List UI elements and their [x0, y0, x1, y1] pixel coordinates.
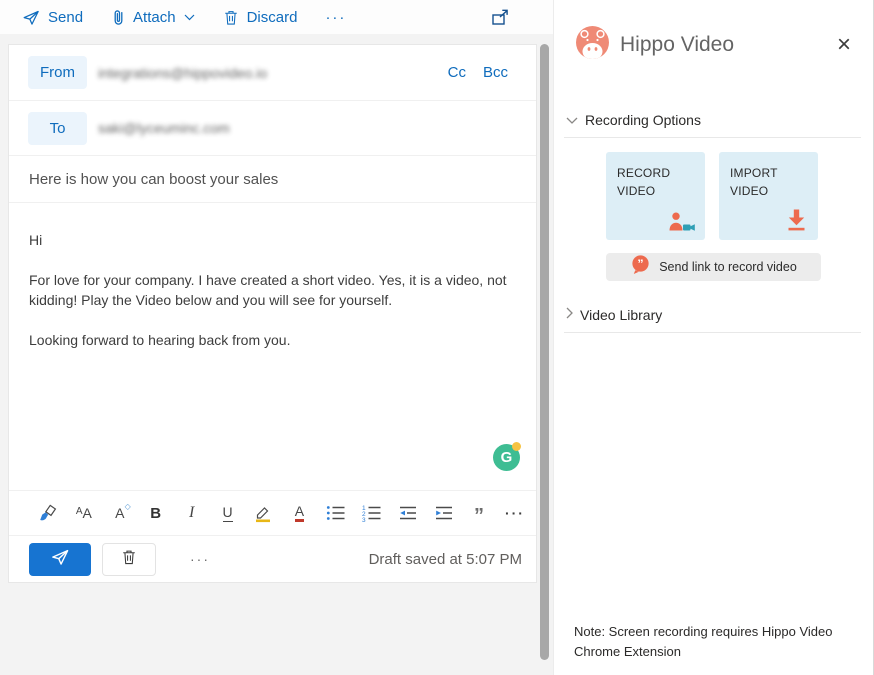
bullet-list-button[interactable] [322, 500, 348, 527]
format-more-button[interactable]: ··· [502, 500, 528, 527]
recording-options-header[interactable]: Recording Options [554, 111, 873, 129]
to-address: saki@lyceuminc.com [98, 120, 230, 136]
body-paragraph: Looking forward to hearing back from you… [29, 331, 520, 351]
chevron-down-icon [566, 111, 578, 129]
draft-status: Draft saved at 5:07 PM [369, 551, 522, 568]
import-video-card[interactable]: IMPORT VIDEO [719, 152, 818, 240]
vertical-scrollbar[interactable] [540, 44, 549, 660]
record-video-card[interactable]: RECORD VIDEO [606, 152, 705, 240]
highlight-button[interactable] [251, 500, 277, 527]
underline-button[interactable]: U [215, 500, 241, 527]
send-bar: ··· Draft saved at 5:07 PM [9, 535, 536, 582]
format-painter-button[interactable] [35, 500, 61, 527]
grammarly-status-dot [512, 442, 521, 451]
bcc-link[interactable]: Bcc [483, 64, 508, 81]
toolbar-more-button[interactable]: ··· [325, 9, 346, 26]
send-label: Send [48, 9, 83, 26]
font-color-button[interactable]: A [286, 500, 312, 527]
send-button-primary[interactable] [29, 543, 91, 576]
font-color-icon: A [295, 504, 304, 522]
send-plane-icon [22, 9, 40, 26]
cc-link[interactable]: Cc [448, 64, 466, 81]
recording-option-cards: RECORD VIDEO IMPORT VIDEO [606, 152, 873, 240]
italic-button[interactable]: I [179, 500, 205, 527]
popout-button[interactable] [491, 9, 509, 26]
trash-icon [121, 548, 137, 571]
close-panel-button[interactable]: × [835, 35, 853, 55]
hippo-video-logo [576, 26, 609, 64]
svg-text:”: ” [638, 257, 644, 271]
decrease-indent-button[interactable] [394, 500, 420, 527]
numbered-list-icon: 123 [362, 504, 381, 522]
ccbcc-links: Cc Bcc [448, 64, 508, 81]
attach-label: Attach [133, 9, 176, 26]
body-paragraph: For love for your company. I have create… [29, 271, 520, 311]
font-size-icon: A [115, 505, 124, 521]
divider [564, 137, 861, 138]
format-painter-icon [38, 503, 58, 523]
underline-icon: U [223, 504, 233, 522]
divider [564, 332, 861, 333]
font-size-button[interactable]: A ◇ [107, 500, 133, 527]
send-link-to-record-button[interactable]: ” Send link to record video [606, 253, 821, 281]
send-link-label: Send link to record video [659, 260, 797, 274]
video-library-header[interactable]: Video Library [554, 306, 873, 324]
bullet-list-icon [326, 504, 345, 522]
panel-header: Hippo Video × [554, 0, 873, 64]
paperclip-icon [111, 8, 125, 27]
app-root: Send Attach Discard ··· [0, 0, 874, 675]
body-paragraph: Hi [29, 231, 520, 251]
quote-button[interactable]: ” [466, 500, 492, 527]
decrease-indent-icon [398, 504, 417, 522]
to-button[interactable]: To [28, 112, 87, 145]
font-icon: A [76, 506, 83, 517]
to-row: To saki@lyceuminc.com [9, 101, 536, 156]
delete-draft-button[interactable] [102, 543, 156, 576]
compose-card: From integrations@hippovideo.io Cc Bcc T… [8, 44, 537, 583]
grammarly-badge[interactable]: G [493, 444, 520, 471]
svg-text:3: 3 [362, 517, 366, 522]
attach-button[interactable]: Attach [111, 8, 195, 27]
discard-label: Discard [247, 9, 298, 26]
chevron-right-icon [566, 306, 573, 324]
hippo-video-panel: Hippo Video × Recording Options RECORD V… [553, 0, 874, 675]
format-toolbar: AA A ◇ B I U A [9, 490, 536, 535]
recording-options-label: Recording Options [585, 112, 701, 128]
extension-note: Note: Screen recording requires Hippo Vi… [574, 622, 840, 662]
chat-quote-icon: ” [630, 254, 651, 280]
increase-indent-button[interactable] [430, 500, 456, 527]
numbered-list-button[interactable]: 123 [358, 500, 384, 527]
from-button[interactable]: From [28, 56, 87, 89]
record-video-label: RECORD VIDEO [617, 164, 697, 200]
from-row: From integrations@hippovideo.io Cc Bcc [9, 45, 536, 101]
subject-input[interactable]: Here is how you can boost your sales [9, 156, 536, 203]
discard-button[interactable]: Discard [223, 9, 298, 26]
compose-toolbar: Send Attach Discard ··· [0, 0, 553, 34]
chevron-down-icon [184, 14, 195, 21]
video-library-label: Video Library [580, 307, 662, 323]
send-button-top[interactable]: Send [22, 9, 83, 26]
bold-button[interactable]: B [143, 500, 169, 527]
increase-indent-icon [434, 504, 453, 522]
trash-icon [223, 9, 239, 26]
panel-title: Hippo Video [620, 33, 835, 57]
sendbar-more-button[interactable]: ··· [190, 551, 210, 567]
compose-pane: Send Attach Discard ··· [0, 0, 553, 675]
message-body-editor[interactable]: Hi For love for your company. I have cre… [9, 203, 536, 490]
open-new-window-icon [491, 9, 509, 26]
font-button[interactable]: AA [71, 500, 97, 527]
highlighter-icon [253, 503, 273, 523]
send-plane-icon [50, 548, 70, 571]
import-video-label: IMPORT VIDEO [730, 164, 810, 200]
from-address: integrations@hippovideo.io [98, 65, 267, 81]
